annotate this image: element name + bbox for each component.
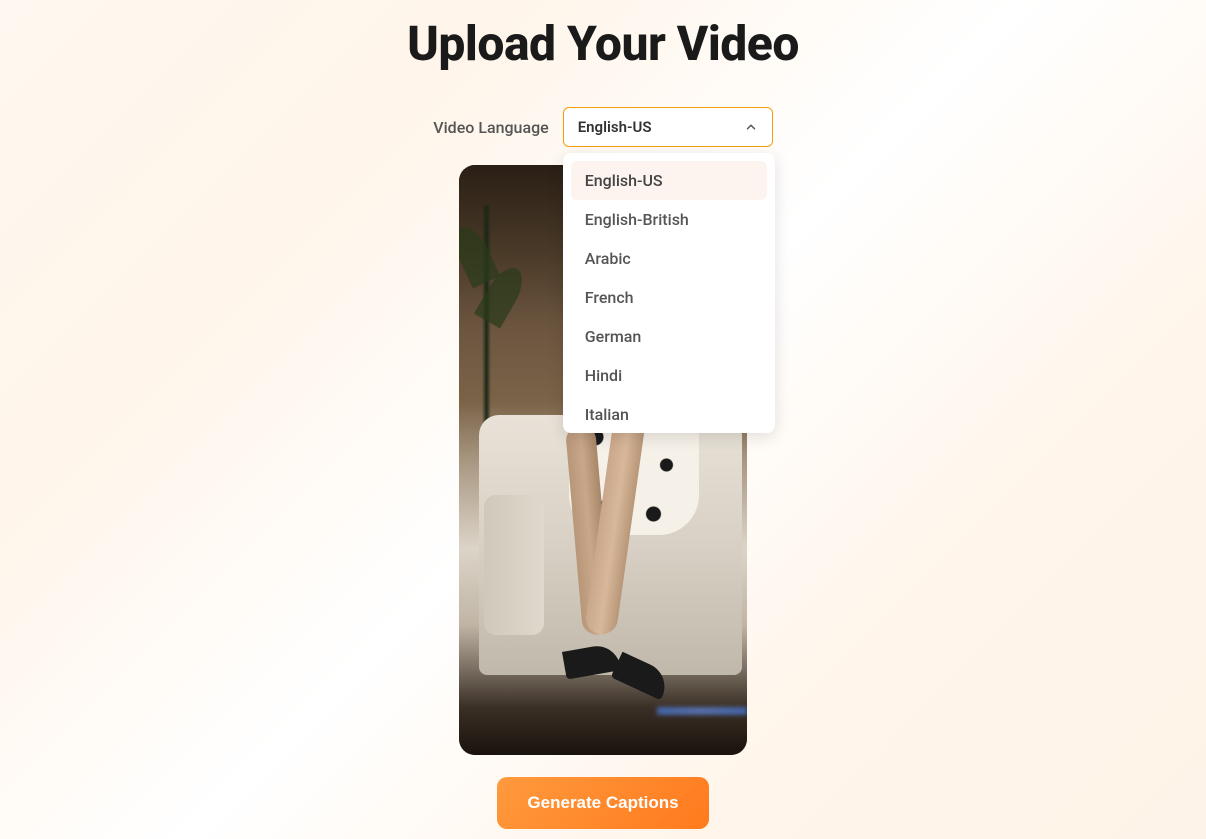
language-option[interactable]: Hindi — [571, 356, 767, 395]
generate-captions-button[interactable]: Generate Captions — [497, 777, 708, 829]
chevron-up-icon — [744, 120, 758, 134]
language-option[interactable]: Italian — [571, 395, 767, 433]
language-option[interactable]: French — [571, 278, 767, 317]
language-label: Video Language — [433, 118, 548, 137]
language-option[interactable]: English-US — [571, 161, 767, 200]
language-dropdown-menu: English-US English-British Arabic French… — [563, 153, 775, 433]
language-selector-row: Video Language English-US English-US Eng… — [433, 107, 772, 147]
page-title: Upload Your Video — [407, 15, 799, 72]
language-dropdown-button[interactable]: English-US — [563, 107, 773, 147]
language-selected-value: English-US — [578, 118, 652, 136]
language-option[interactable]: German — [571, 317, 767, 356]
language-option[interactable]: English-British — [571, 200, 767, 239]
language-option[interactable]: Arabic — [571, 239, 767, 278]
language-dropdown-wrapper: English-US English-US English-British Ar… — [563, 107, 773, 147]
